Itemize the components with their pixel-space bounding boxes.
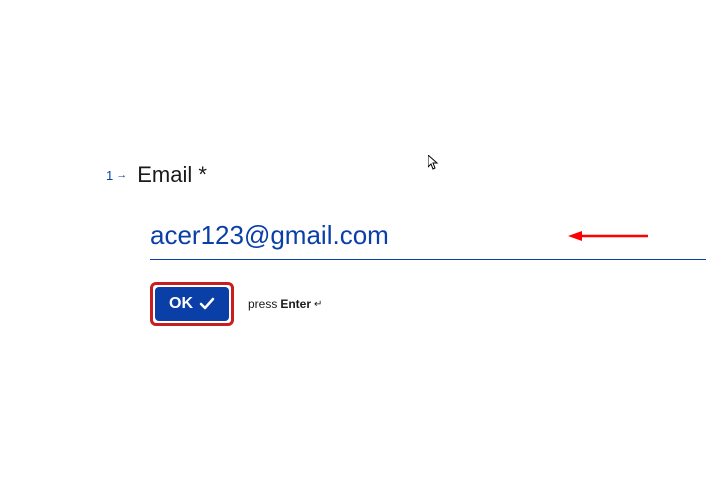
hint-enter: Enter: [280, 297, 311, 311]
button-row: OK press Enter ↵: [150, 282, 726, 326]
arrow-right-icon: →: [116, 169, 127, 181]
form-question: 1 → Email * OK press E: [106, 162, 726, 326]
hint-text: press Enter ↵: [248, 297, 322, 311]
enter-key-icon: ↵: [314, 299, 322, 310]
annotation-arrow-icon: [568, 228, 648, 248]
check-icon: [199, 296, 215, 312]
ok-button[interactable]: OK: [155, 287, 229, 321]
hint-press: press: [248, 297, 277, 311]
question-number-text: 1: [106, 168, 113, 183]
highlight-box: OK: [150, 282, 234, 326]
question-number: 1 →: [106, 168, 127, 183]
ok-button-label: OK: [169, 295, 193, 313]
question-label: Email *: [137, 162, 207, 188]
input-wrapper: [150, 216, 726, 260]
question-header: 1 → Email *: [106, 162, 726, 188]
